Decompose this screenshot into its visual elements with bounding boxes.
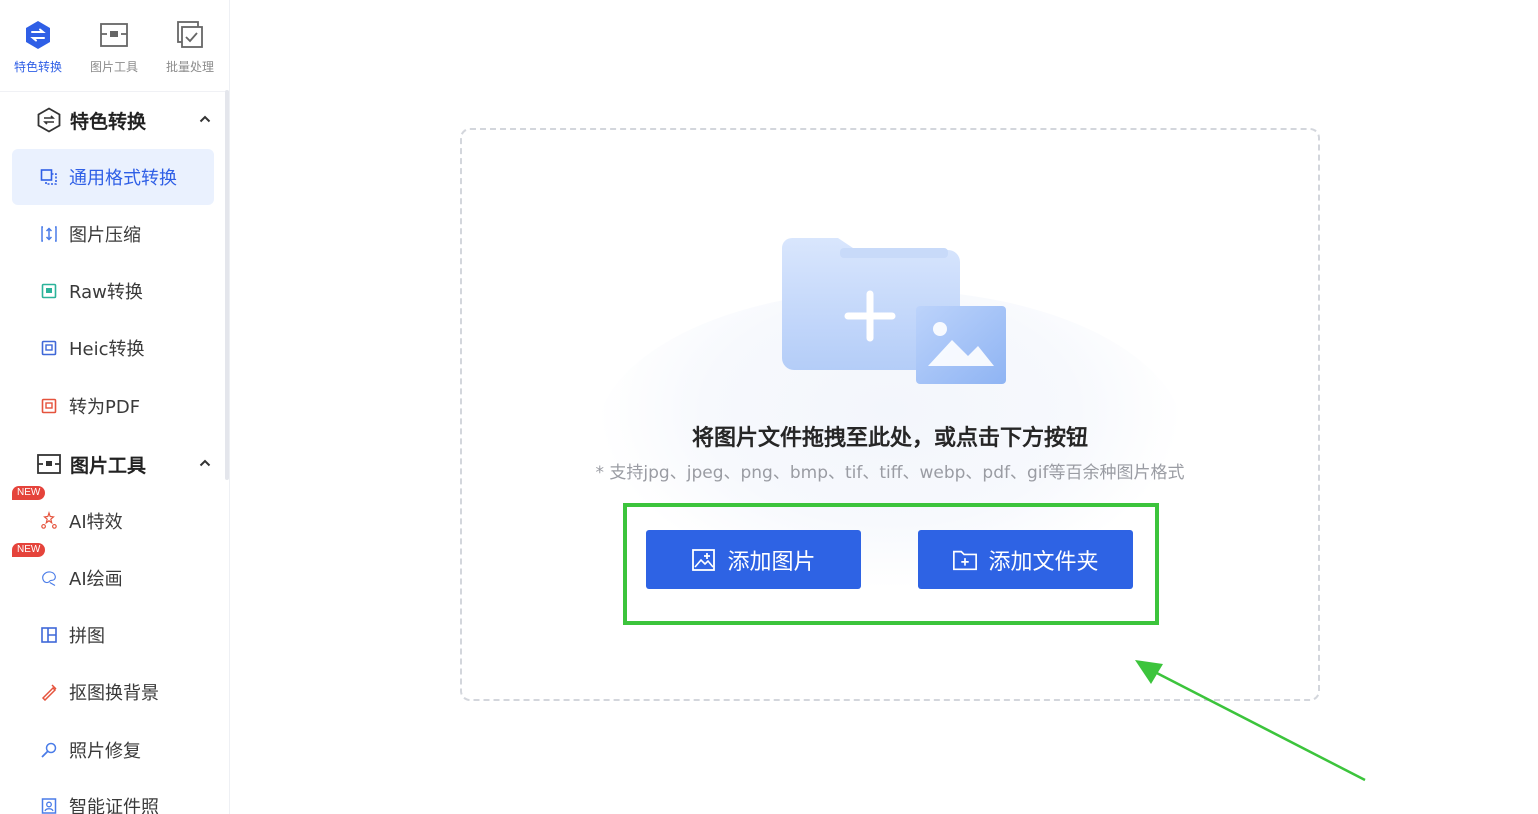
sidebar-item-label: AI特效 bbox=[69, 512, 123, 533]
drop-zone-title: 将图片文件拖拽至此处，或点击下方按钮 bbox=[691, 426, 1088, 451]
green-arrow-annotation bbox=[1135, 660, 1366, 782]
add-folder-icon bbox=[952, 547, 978, 573]
heic-convert-icon bbox=[40, 339, 58, 357]
photo-repair-icon bbox=[40, 741, 58, 759]
image-tools-icon bbox=[97, 18, 131, 52]
sidebar-item-format-convert[interactable]: 通用格式转换 bbox=[12, 149, 214, 205]
supported-formats-hint: * 支持jpg、jpeg、png、bmp、tif、tiff、webp、pdf、g… bbox=[595, 463, 1185, 483]
chevron-up-icon[interactable] bbox=[197, 111, 213, 127]
ai-paint-icon bbox=[40, 569, 58, 587]
sidebar-item-heic-convert[interactable]: Heic转换 bbox=[12, 320, 214, 376]
tab-label: 图片工具 bbox=[89, 60, 138, 74]
sidebar-item-label: 拼图 bbox=[69, 626, 105, 647]
sidebar-item-label: 通用格式转换 bbox=[69, 168, 177, 189]
sidebar-item-label: Heic转换 bbox=[69, 339, 145, 360]
tab-special-convert[interactable]: 特色转换 bbox=[0, 0, 76, 92]
add-image-button[interactable]: 添加图片 bbox=[646, 530, 861, 589]
cutout-icon bbox=[40, 683, 58, 701]
add-image-label: 添加图片 bbox=[727, 549, 816, 575]
sidebar-item-label: 转为PDF bbox=[69, 397, 141, 418]
sidebar-item-label: 图片压缩 bbox=[69, 225, 141, 246]
sidebar-item-label: 智能证件照 bbox=[69, 797, 159, 814]
sidebar-item-raw-convert[interactable]: Raw转换 bbox=[12, 263, 214, 319]
sidebar-item-label: Raw转换 bbox=[69, 282, 143, 303]
tab-label: 特色转换 bbox=[13, 60, 62, 74]
sidebar-item-label: AI绘画 bbox=[69, 569, 123, 590]
chevron-up-icon[interactable] bbox=[197, 455, 213, 471]
add-image-icon bbox=[691, 547, 717, 573]
tab-batch-process[interactable]: 批量处理 bbox=[152, 0, 228, 92]
raw-convert-icon bbox=[40, 282, 58, 300]
batch-process-icon bbox=[173, 18, 207, 52]
id-photo-icon bbox=[40, 797, 58, 814]
special-convert-icon bbox=[21, 18, 55, 52]
image-tools-icon bbox=[36, 451, 62, 477]
sidebar-item-id-photo[interactable]: 智能证件照 bbox=[12, 778, 214, 814]
sidebar-item-cutout[interactable]: 抠图换背景 bbox=[12, 664, 214, 720]
sidebar-item-ai-paint[interactable]: NEW AI绘画 bbox=[12, 543, 214, 606]
folder-image-illustration bbox=[782, 238, 1006, 384]
tab-image-tools[interactable]: 图片工具 bbox=[76, 0, 152, 92]
add-folder-button[interactable]: 添加文件夹 bbox=[918, 530, 1133, 589]
sidebar: 特色转换 图片工具 批量处理 特色转换 通用格式转换 图片压缩 Raw转换 He… bbox=[0, 0, 230, 814]
new-badge: NEW bbox=[12, 543, 46, 557]
group-title: 特色转换 bbox=[70, 110, 147, 133]
sidebar-item-ai-effect[interactable]: NEW AI特效 bbox=[12, 486, 214, 549]
group-title: 图片工具 bbox=[70, 454, 147, 477]
sidebar-item-compress[interactable]: 图片压缩 bbox=[12, 206, 214, 262]
ai-effect-icon bbox=[40, 511, 58, 530]
collage-icon bbox=[40, 626, 58, 644]
sidebar-item-pdf-convert[interactable]: 转为PDF bbox=[12, 378, 214, 434]
top-tab-bar: 特色转换 图片工具 批量处理 bbox=[0, 0, 229, 92]
sidebar-item-collage[interactable]: 拼图 bbox=[12, 607, 214, 663]
format-convert-icon bbox=[40, 168, 58, 186]
compress-icon bbox=[40, 225, 58, 243]
sidebar-item-label: 照片修复 bbox=[69, 741, 141, 762]
pdf-convert-icon bbox=[40, 397, 58, 415]
group-header-image-tools[interactable]: 图片工具 bbox=[0, 441, 225, 487]
special-convert-icon bbox=[36, 107, 62, 133]
sidebar-scrollbar[interactable] bbox=[225, 90, 229, 480]
new-badge: NEW bbox=[12, 486, 46, 500]
group-header-special-convert[interactable]: 特色转换 bbox=[0, 97, 225, 143]
sidebar-item-label: 抠图换背景 bbox=[69, 683, 159, 704]
tab-label: 批量处理 bbox=[165, 60, 214, 74]
sidebar-item-photo-repair[interactable]: 照片修复 bbox=[12, 722, 214, 778]
add-folder-label: 添加文件夹 bbox=[988, 549, 1099, 575]
